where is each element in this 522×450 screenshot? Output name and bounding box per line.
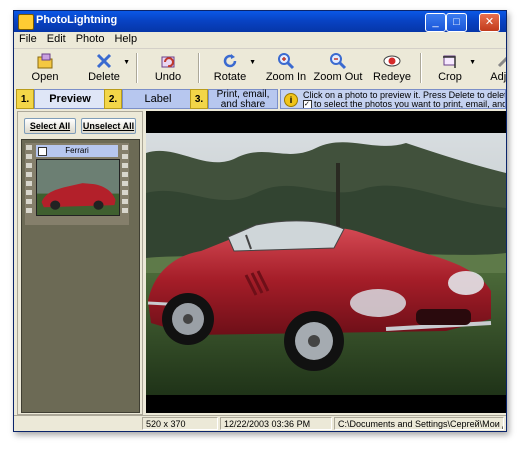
crop-label: Crop: [438, 71, 462, 83]
redeye-icon: [383, 52, 401, 70]
step-number: 2.: [104, 89, 122, 109]
thumbnail-image[interactable]: [36, 159, 120, 216]
thumbnail-caption: Ferrari: [65, 146, 89, 155]
step-number: 1.: [16, 89, 34, 109]
zoom-out-icon: [329, 52, 347, 70]
zoom-in-icon: [277, 52, 295, 70]
status-bar: 520 x 370 12/22/2003 03:36 PM C:\Documen…: [14, 415, 506, 431]
rotate-label: Rotate: [213, 71, 247, 83]
film-holes-right: [122, 145, 129, 217]
crop-icon: [441, 52, 459, 70]
checkbox-icon: ✓: [303, 100, 312, 108]
hint-line-2-wrap: ✓ to select the photos you want to print,…: [303, 99, 506, 109]
rotate-icon: [221, 52, 239, 70]
adjust-icon: [495, 52, 506, 70]
film-holes-left: [26, 145, 33, 217]
undo-button[interactable]: Undo: [140, 51, 196, 85]
menu-photo[interactable]: Photo: [71, 32, 110, 46]
hint-line-2: to select the photos you want to print, …: [314, 99, 506, 109]
redeye-button[interactable]: Redeye: [364, 51, 420, 85]
zoom-out-label: Zoom Out: [313, 71, 363, 83]
delete-button[interactable]: Delete ▼: [76, 51, 132, 85]
crop-button[interactable]: Crop ▼: [422, 51, 478, 85]
adjust-button[interactable]: Adjus: [476, 51, 507, 85]
preview-photo[interactable]: [146, 133, 506, 395]
delete-dropdown-icon[interactable]: ▼: [123, 59, 130, 66]
app-window: PhotoLightning _ □ ✕ File Edit Photo Help O…: [13, 10, 507, 432]
crop-dropdown-icon[interactable]: ▼: [469, 59, 476, 66]
undo-icon: [159, 52, 177, 70]
menu-edit[interactable]: Edit: [42, 32, 71, 46]
open-folder-icon: [36, 52, 54, 70]
wizard-steps: 1. Preview 2. Label 3. Print, email, and…: [14, 87, 506, 111]
thumbnail-checkbox[interactable]: [38, 147, 47, 156]
step-number: 3.: [190, 89, 208, 109]
window-title: PhotoLightning: [36, 14, 118, 26]
toolbar-separator: [198, 53, 200, 83]
open-label: Open: [31, 71, 59, 83]
select-all-button[interactable]: Select All: [24, 118, 76, 134]
minimize-button[interactable]: _: [425, 13, 446, 32]
step-label: Print, email, and share: [208, 89, 278, 110]
rotate-dropdown-icon[interactable]: ▼: [249, 59, 256, 66]
rotate-button[interactable]: Rotate ▼: [202, 51, 258, 85]
step-preview[interactable]: 1. Preview: [16, 89, 106, 109]
status-path: C:\Documents and Settings\Сергей\Мои д: [334, 417, 504, 430]
status-date: 12/22/2003 03:36 PM: [220, 417, 332, 430]
thumbnail-list: Ferrari: [21, 139, 140, 413]
thumbnail-item[interactable]: Ferrari: [25, 143, 129, 225]
maximize-button[interactable]: □: [446, 13, 467, 32]
adjust-label: Adjus: [490, 71, 507, 83]
close-button[interactable]: ✕: [479, 13, 500, 32]
thumbnail-pane: Select All Unselect All Ferrari: [17, 111, 143, 415]
open-button[interactable]: Open: [17, 51, 73, 85]
step-label: Preview: [34, 89, 106, 109]
maximize-icon: □: [453, 16, 460, 28]
undo-label: Undo: [154, 71, 182, 83]
menu-help[interactable]: Help: [109, 32, 142, 46]
close-icon: ✕: [484, 16, 495, 28]
hint-bar: i Click on a photo to preview it. Press …: [280, 89, 506, 109]
delete-label: Delete: [88, 71, 120, 83]
thumbnail-caption-bar: Ferrari: [36, 145, 118, 157]
status-dimensions: 520 x 370: [142, 417, 218, 430]
step-label-tab[interactable]: 2. Label: [104, 89, 194, 109]
menu-bar: File Edit Photo Help: [14, 32, 506, 48]
info-icon: i: [284, 93, 298, 107]
zoom-in-button[interactable]: Zoom In: [258, 51, 314, 85]
redeye-label: Redeye: [373, 71, 411, 83]
title-bar[interactable]: PhotoLightning _ □ ✕: [14, 11, 506, 32]
toolbar-separator: [136, 53, 138, 83]
photo-viewer: [146, 111, 506, 413]
unselect-all-button[interactable]: Unselect All: [81, 118, 136, 134]
toolbar: Open Delete ▼ Undo Rotate ▼ Zoom In Zoom…: [14, 48, 506, 88]
minimize-icon: _: [432, 16, 439, 28]
app-icon: [18, 14, 34, 30]
step-label: Label: [122, 89, 194, 109]
menu-file[interactable]: File: [14, 32, 42, 46]
step-print-email-share[interactable]: 3. Print, email, and share: [190, 89, 280, 110]
delete-x-icon: [95, 52, 113, 70]
zoom-in-label: Zoom In: [265, 71, 307, 83]
zoom-out-button[interactable]: Zoom Out: [310, 51, 366, 85]
